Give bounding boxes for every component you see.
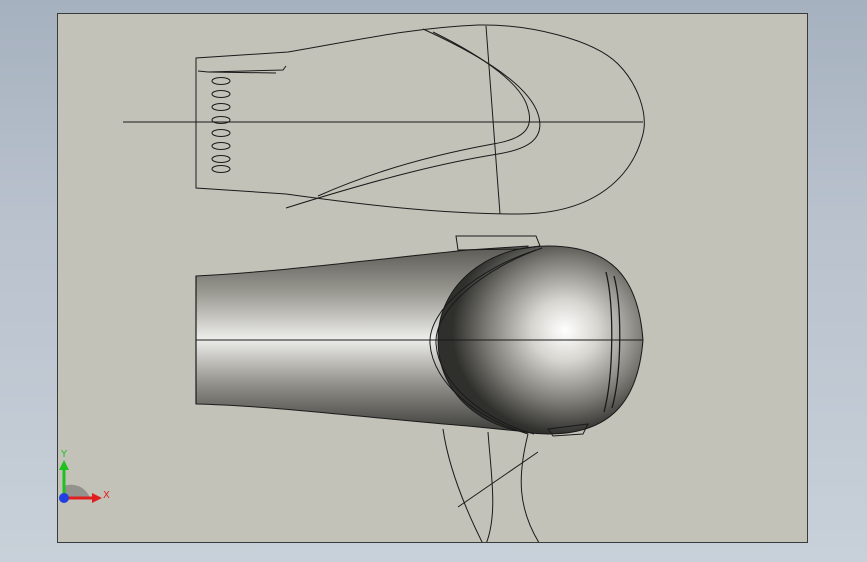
z-axis-dot (59, 493, 69, 503)
top-view-vent-slots (211, 77, 231, 173)
graphics-viewport[interactable]: Y X (57, 13, 808, 543)
top-view-nozzle-lip (197, 65, 287, 73)
front-view-model (195, 235, 644, 542)
cad-scene[interactable]: Y X (58, 14, 808, 543)
y-axis-label: Y (60, 449, 68, 460)
top-view-outline (123, 24, 645, 215)
coordinate-triad: Y X (59, 449, 110, 503)
x-axis-label: X (103, 490, 110, 501)
top-view-handle-curve-outer (285, 28, 541, 209)
top-view-section-line (485, 25, 501, 215)
top-view-body-outline (195, 24, 645, 215)
top-view-handle-curve-inner (317, 31, 530, 197)
